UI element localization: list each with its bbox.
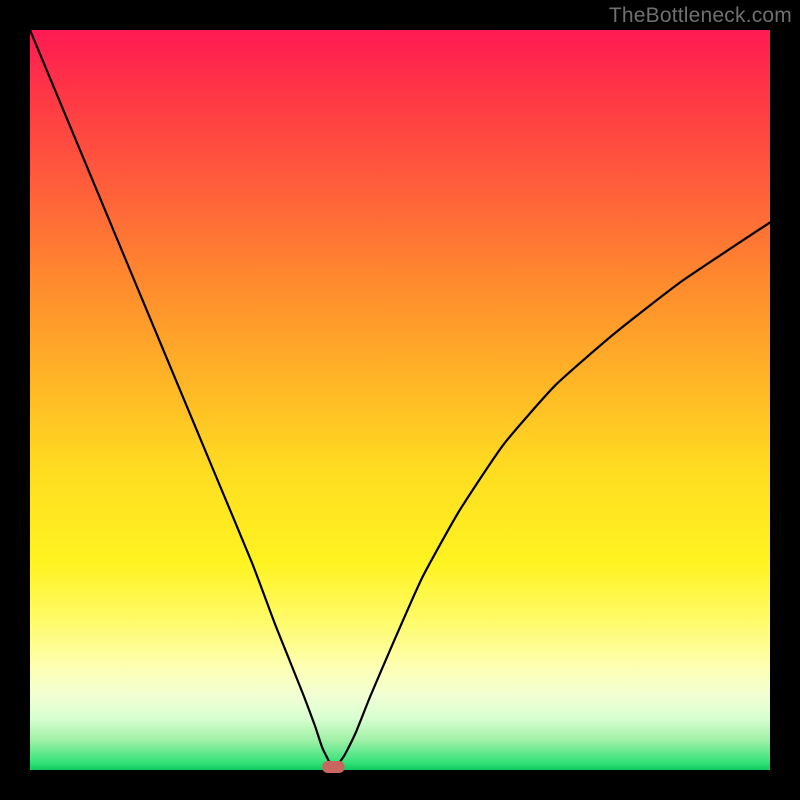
plot-area	[30, 30, 770, 770]
curve-svg	[30, 30, 770, 770]
bottleneck-curve	[30, 30, 770, 770]
watermark-text: TheBottleneck.com	[609, 4, 792, 28]
chart-frame: TheBottleneck.com	[0, 0, 800, 800]
minimum-marker	[322, 761, 344, 773]
